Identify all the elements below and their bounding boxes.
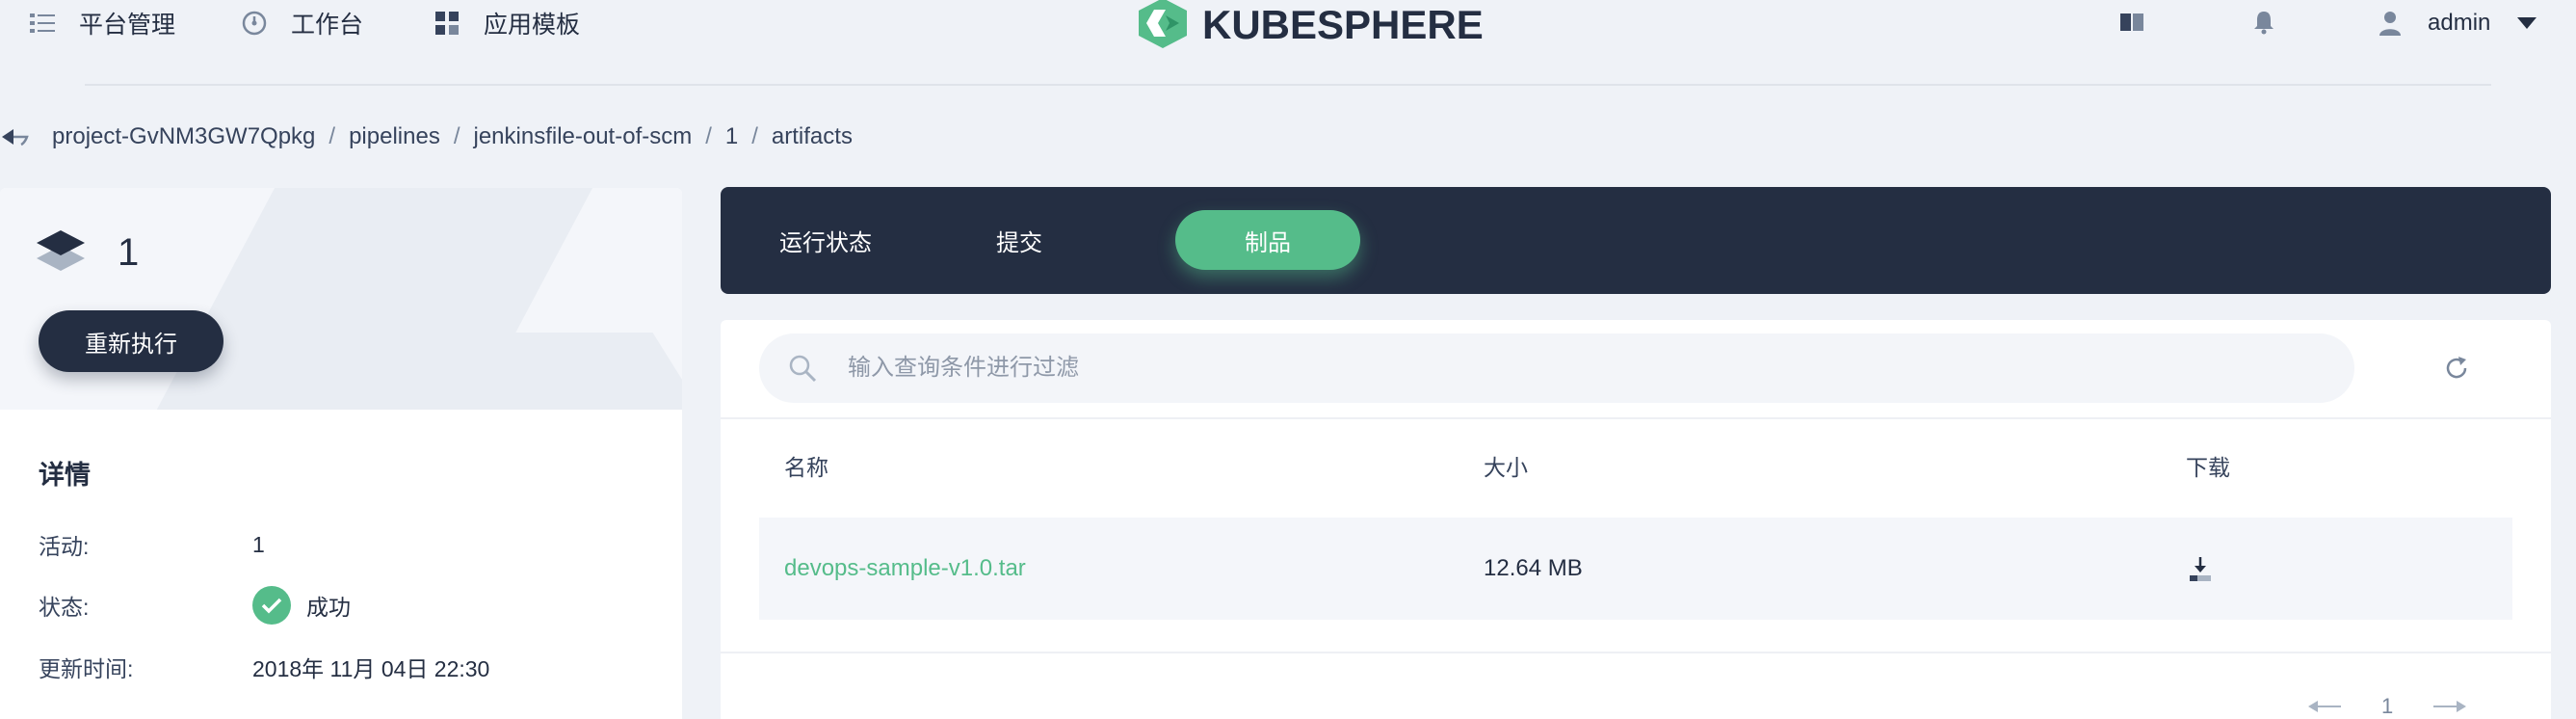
layers-icon bbox=[37, 226, 85, 280]
breadcrumb-separator: / bbox=[751, 123, 758, 149]
detail-key: 状态: bbox=[39, 595, 90, 620]
breadcrumb-separator: / bbox=[329, 123, 336, 149]
column-header-size: 大小 bbox=[1484, 455, 1528, 480]
breadcrumb-separator: / bbox=[453, 123, 460, 149]
detail-value: 1 bbox=[252, 531, 265, 557]
download-cell bbox=[2185, 518, 2216, 620]
search-bar bbox=[759, 333, 2354, 403]
download-icon[interactable] bbox=[2185, 553, 2216, 584]
run-id-number: 1 bbox=[118, 231, 140, 274]
breadcrumb-pipelines[interactable]: pipelines bbox=[349, 123, 440, 150]
prev-page-icon[interactable] bbox=[2306, 695, 2343, 718]
username: admin bbox=[2428, 10, 2491, 36]
detail-value: 2018年 11月 04日 22:30 bbox=[252, 656, 490, 681]
divider bbox=[721, 652, 2551, 653]
grid-icon bbox=[434, 10, 460, 37]
column-header-name: 名称 bbox=[784, 455, 828, 480]
breadcrumb: project-GvNM3GW7Qpkg / pipelines / jenki… bbox=[0, 120, 853, 154]
nav-item-label: 平台管理 bbox=[79, 12, 176, 39]
next-page-icon[interactable] bbox=[2431, 695, 2468, 718]
tab-commits[interactable]: 提交 bbox=[928, 210, 1111, 270]
nav-item-app-templates[interactable]: 应用模板 bbox=[434, 0, 580, 46]
pagination: 1 bbox=[2306, 694, 2468, 719]
list-icon bbox=[29, 10, 56, 37]
status-value: 成功 bbox=[252, 586, 351, 625]
dashboard-icon bbox=[241, 10, 268, 37]
detail-row-status: 状态: 成功 bbox=[39, 586, 351, 625]
run-header: 1 重新执行 bbox=[0, 188, 682, 410]
tab-run-status[interactable]: 运行状态 bbox=[734, 210, 917, 270]
success-check-icon bbox=[252, 586, 291, 625]
detail-key: 更新时间: bbox=[39, 656, 134, 681]
kubesphere-logo[interactable]: KUBESPHERE bbox=[1137, 0, 1484, 50]
run-tabs: 运行状态 提交 制品 bbox=[721, 187, 2551, 294]
table-row: devops-sample-v1.0.tar 12.64 MB bbox=[759, 518, 2512, 620]
search-input[interactable] bbox=[848, 355, 2293, 382]
docs-icon[interactable] bbox=[2117, 8, 2146, 37]
detail-row-activity: 活动: 1 bbox=[39, 525, 265, 564]
nav-divider bbox=[85, 84, 2491, 86]
breadcrumb-run[interactable]: 1 bbox=[725, 123, 738, 150]
user-icon bbox=[2379, 11, 2401, 36]
rerun-button[interactable]: 重新执行 bbox=[39, 310, 223, 372]
user-menu[interactable]: admin bbox=[2379, 0, 2537, 46]
details-title: 详情 bbox=[39, 461, 91, 490]
nav-item-label: 工作台 bbox=[291, 12, 364, 39]
tab-artifacts[interactable]: 制品 bbox=[1175, 210, 1360, 270]
chevron-down-icon bbox=[2517, 17, 2537, 29]
status-text: 成功 bbox=[306, 595, 351, 620]
breadcrumb-artifacts: artifacts bbox=[771, 123, 853, 149]
back-arrow-icon[interactable] bbox=[2, 122, 31, 151]
artifact-name-link[interactable]: devops-sample-v1.0.tar bbox=[784, 518, 1026, 620]
divider bbox=[721, 417, 2551, 419]
current-page: 1 bbox=[2381, 694, 2394, 718]
artifact-size: 12.64 MB bbox=[1484, 555, 1583, 581]
detail-row-updated: 更新时间: 2018年 11月 04日 22:30 bbox=[39, 648, 489, 686]
top-navigation: 平台管理 工作台 应用模板 KUBESPHERE admin bbox=[0, 0, 2576, 86]
artifacts-card: 名称 大小 下载 devops-sample-v1.0.tar 12.64 MB… bbox=[721, 320, 2551, 719]
breadcrumb-project[interactable]: project-GvNM3GW7Qpkg bbox=[52, 123, 315, 150]
refresh-icon[interactable] bbox=[2441, 353, 2472, 384]
detail-key: 活动: bbox=[39, 534, 90, 559]
run-info-panel: 1 重新执行 详情 活动: 1 状态: 成功 更新时间: 2018年 11月 0… bbox=[0, 188, 682, 719]
nav-item-platform[interactable]: 平台管理 bbox=[29, 0, 175, 46]
background-decoration bbox=[363, 333, 682, 410]
nav-item-label: 应用模板 bbox=[484, 12, 581, 39]
nav-item-workbench[interactable]: 工作台 bbox=[241, 0, 363, 46]
kubesphere-logo-icon bbox=[1137, 0, 1189, 53]
column-header-download: 下载 bbox=[2186, 455, 2230, 480]
logo-text: KUBESPHERE bbox=[1202, 2, 1484, 47]
run-id: 1 bbox=[37, 226, 139, 280]
bell-icon[interactable] bbox=[2249, 8, 2278, 37]
breadcrumb-separator: / bbox=[705, 123, 712, 149]
breadcrumb-pipeline-name[interactable]: jenkinsfile-out-of-scm bbox=[473, 123, 692, 150]
search-icon bbox=[788, 353, 819, 384]
